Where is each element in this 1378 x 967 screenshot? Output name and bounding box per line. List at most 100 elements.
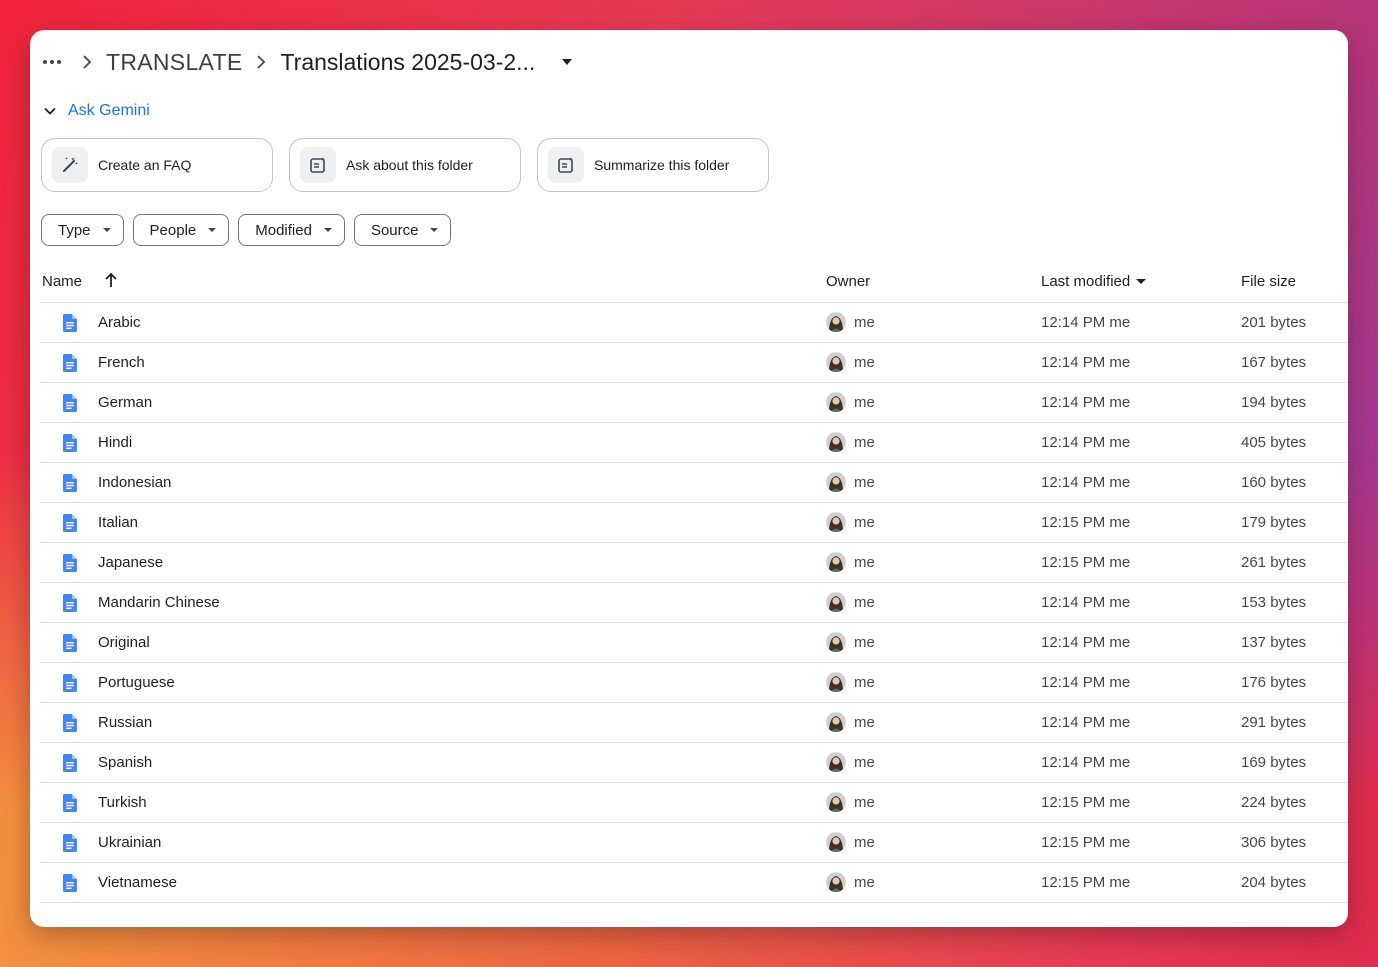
owner-name: me (854, 673, 875, 691)
table-row[interactable]: Indonesian me 12:14 PM me 160 bytes (41, 463, 1348, 503)
avatar (826, 832, 846, 852)
google-doc-icon (63, 834, 77, 856)
owner-name: me (854, 873, 875, 891)
file-name[interactable]: French (98, 354, 145, 371)
file-last-modified: 12:14 PM me (1041, 434, 1131, 451)
table-row[interactable]: German me 12:14 PM me 194 bytes (41, 383, 1348, 423)
file-last-modified: 12:14 PM me (1041, 674, 1131, 691)
file-name[interactable]: Mandarin Chinese (98, 594, 220, 611)
folder-menu-button[interactable] (555, 50, 579, 74)
google-doc-icon (63, 714, 77, 736)
file-owner: me (826, 712, 875, 732)
file-name[interactable]: Turkish (98, 794, 147, 811)
file-name[interactable]: Arabic (98, 314, 141, 331)
file-name[interactable]: Indonesian (98, 474, 171, 491)
table-row[interactable]: Ukrainian me 12:15 PM me 306 bytes (41, 823, 1348, 863)
create-faq-chip[interactable]: Create an FAQ (41, 138, 273, 192)
file-name[interactable]: Russian (98, 714, 152, 731)
avatar (826, 592, 846, 612)
filter-people[interactable]: People (132, 214, 230, 246)
file-last-modified: 12:15 PM me (1041, 794, 1131, 811)
table-row[interactable]: Arabic me 12:14 PM me 201 bytes (41, 303, 1348, 343)
file-name[interactable]: German (98, 394, 152, 411)
google-doc-icon (63, 754, 77, 776)
file-size: 179 bytes (1241, 514, 1307, 531)
google-doc-icon (63, 434, 77, 456)
ask-gemini-toggle[interactable]: Ask Gemini (42, 102, 150, 120)
file-size: 160 bytes (1241, 474, 1307, 491)
file-name[interactable]: Italian (98, 514, 138, 531)
file-name[interactable]: Hindi (98, 434, 132, 451)
column-label: Last modified (1041, 273, 1131, 290)
folder-sparkle-icon (300, 147, 336, 183)
file-size: 405 bytes (1241, 434, 1307, 451)
file-name[interactable]: Spanish (98, 754, 152, 771)
table-row[interactable]: Original me 12:14 PM me 137 bytes (41, 623, 1348, 663)
filter-source[interactable]: Source (353, 214, 452, 246)
more-crumbs-button[interactable] (36, 46, 68, 78)
summarize-folder-chip[interactable]: Summarize this folder (537, 138, 769, 192)
file-owner: me (826, 392, 875, 412)
table-row[interactable]: French me 12:14 PM me 167 bytes (41, 343, 1348, 383)
filter-modified[interactable]: Modified (238, 214, 345, 246)
table-row[interactable]: Portuguese me 12:14 PM me 176 bytes (41, 663, 1348, 703)
owner-name: me (854, 353, 875, 371)
google-doc-icon (63, 314, 77, 336)
column-last-modified[interactable]: Last modified (1041, 273, 1147, 290)
file-size: 153 bytes (1241, 594, 1307, 611)
google-doc-icon (63, 594, 77, 616)
ask-about-folder-chip[interactable]: Ask about this folder (289, 138, 521, 192)
table-row[interactable]: Spanish me 12:14 PM me 169 bytes (41, 743, 1348, 783)
avatar (826, 872, 846, 892)
column-file-size[interactable]: File size (1241, 273, 1296, 290)
ask-gemini-label: Ask Gemini (68, 102, 150, 119)
file-size: 261 bytes (1241, 554, 1307, 571)
owner-name: me (854, 713, 875, 731)
chip-label: Summarize this folder (594, 157, 730, 173)
arrow-drop-down-icon (1136, 279, 1147, 284)
file-last-modified: 12:15 PM me (1041, 874, 1131, 891)
file-name[interactable]: Original (98, 634, 150, 651)
folder-sparkle-icon (548, 147, 584, 183)
breadcrumb-current[interactable]: Translations 2025-03-2... (280, 49, 535, 76)
table-row[interactable]: Italian me 12:15 PM me 179 bytes (41, 503, 1348, 543)
table-row[interactable]: Hindi me 12:14 PM me 405 bytes (41, 423, 1348, 463)
file-size: 204 bytes (1241, 874, 1307, 891)
column-name[interactable]: Name (42, 273, 82, 290)
file-size: 169 bytes (1241, 754, 1307, 771)
breadcrumb: TRANSLATE Translations 2025-03-2... (30, 42, 579, 82)
chip-label: Ask about this folder (346, 157, 473, 173)
file-owner: me (826, 432, 875, 452)
filter-bar: Type People Modified Source (41, 214, 452, 246)
owner-name: me (854, 473, 875, 491)
table-row[interactable]: Vietnamese me 12:15 PM me 204 bytes (41, 863, 1348, 903)
table-row[interactable]: Russian me 12:14 PM me 291 bytes (41, 703, 1348, 743)
filter-type[interactable]: Type (41, 214, 124, 246)
file-size: 306 bytes (1241, 834, 1307, 851)
more-horiz-icon (43, 60, 61, 64)
sort-button[interactable] (103, 271, 119, 293)
arrow-drop-down-icon (102, 228, 111, 232)
file-last-modified: 12:15 PM me (1041, 514, 1131, 531)
file-name[interactable]: Japanese (98, 554, 163, 571)
google-doc-icon (63, 394, 77, 416)
table-row[interactable]: Turkish me 12:15 PM me 224 bytes (41, 783, 1348, 823)
chevron-right-icon (250, 55, 272, 69)
table-body: Arabic me 12:14 PM me 201 bytes French m… (41, 303, 1348, 903)
owner-name: me (854, 753, 875, 771)
magic-pen-icon (52, 147, 88, 183)
arrow-drop-down-icon (430, 228, 439, 232)
breadcrumb-parent[interactable]: TRANSLATE (106, 49, 242, 76)
file-size: 201 bytes (1241, 314, 1307, 331)
avatar (826, 752, 846, 772)
file-name[interactable]: Portuguese (98, 674, 175, 691)
column-owner[interactable]: Owner (826, 273, 870, 290)
table-row[interactable]: Mandarin Chinese me 12:14 PM me 153 byte… (41, 583, 1348, 623)
table-row[interactable]: Japanese me 12:15 PM me 261 bytes (41, 543, 1348, 583)
filter-label: People (149, 221, 197, 239)
file-name[interactable]: Vietnamese (98, 874, 177, 891)
filter-label: Modified (255, 221, 312, 239)
file-name[interactable]: Ukrainian (98, 834, 161, 851)
google-doc-icon (63, 554, 77, 576)
file-size: 176 bytes (1241, 674, 1307, 691)
